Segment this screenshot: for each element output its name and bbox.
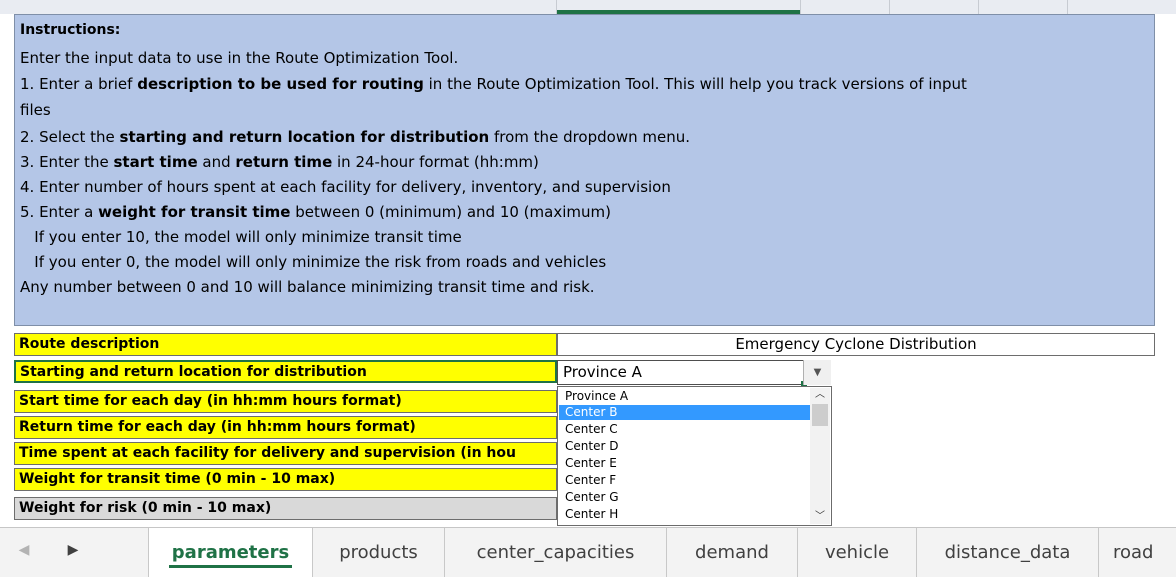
dropdown-arrow-button[interactable]: ▼ [803, 360, 831, 385]
dropdown-option[interactable]: Center G [559, 490, 811, 505]
instructions-panel[interactable]: Instructions: Enter the input data to us… [14, 14, 1155, 326]
instructions-step-3: 3. Enter the start time and return time … [20, 153, 539, 171]
dropdown-option[interactable]: Province A [559, 389, 811, 404]
start-time-label[interactable]: Start time for each day (in hh:mm hours … [14, 390, 557, 413]
weight-risk-label[interactable]: Weight for risk (0 min - 10 max) [14, 497, 557, 520]
dropdown-option[interactable]: Center C [559, 422, 811, 437]
tab-distance-data[interactable]: distance_data [917, 528, 1099, 577]
dropdown-option-highlighted[interactable]: Center B [559, 405, 811, 420]
location-dropdown-list[interactable]: Province A Center B Center C Center D Ce… [557, 386, 832, 526]
triangle-left-icon[interactable]: ◀ [15, 542, 33, 558]
tab-demand[interactable]: demand [667, 528, 798, 577]
column-header[interactable] [801, 0, 890, 14]
return-time-label[interactable]: Return time for each day (in hh:mm hours… [14, 416, 557, 439]
sheet-tab-bar: ◀ ▶ parameters products center_capacitie… [0, 527, 1176, 577]
chevron-down-icon[interactable]: ﹀ [810, 510, 830, 524]
column-header-strip [0, 0, 1176, 14]
instructions-step-1-continued: files [20, 101, 51, 119]
tab-road[interactable]: road [1099, 528, 1176, 577]
scroll-thumb[interactable] [812, 404, 828, 426]
column-header[interactable] [0, 0, 557, 14]
triangle-right-icon[interactable]: ▶ [64, 542, 82, 558]
instructions-step-5: 5. Enter a weight for transit time betwe… [20, 203, 611, 221]
tab-parameters[interactable]: parameters [148, 528, 313, 577]
instructions-step-2: 2. Select the starting and return locati… [20, 128, 690, 146]
chevron-up-icon[interactable]: ︿ [810, 388, 830, 402]
dropdown-option[interactable]: Center E [559, 456, 811, 471]
instructions-balance: Any number between 0 and 10 will balance… [20, 278, 595, 296]
instructions-note-risk: If you enter 0, the model will only mini… [20, 253, 607, 271]
tab-products[interactable]: products [313, 528, 445, 577]
start-location-value: Province A [563, 363, 642, 381]
dropdown-option[interactable]: Center D [559, 439, 811, 454]
column-header[interactable] [890, 0, 979, 14]
instructions-step-1: 1. Enter a brief description to be used … [20, 75, 967, 93]
dropdown-scrollbar[interactable]: ︿ ﹀ [810, 388, 830, 524]
route-description-label[interactable]: Route description [14, 333, 557, 356]
instructions-step-4: 4. Enter number of hours spent at each f… [20, 178, 671, 196]
dropdown-option[interactable]: Center F [559, 473, 811, 488]
start-location-select[interactable]: Province A [557, 360, 831, 387]
column-header[interactable] [1068, 0, 1176, 14]
tab-vehicle[interactable]: vehicle [798, 528, 917, 577]
instructions-heading: Instructions: [20, 22, 121, 38]
start-location-label[interactable]: Starting and return location for distrib… [14, 360, 557, 383]
weight-transit-label[interactable]: Weight for transit time (0 min - 10 max) [14, 468, 557, 491]
dropdown-option[interactable]: Center H [559, 507, 811, 522]
column-header[interactable] [979, 0, 1068, 14]
route-description-cell[interactable]: Emergency Cyclone Distribution [557, 333, 1155, 356]
instructions-note-transit: If you enter 10, the model will only min… [20, 228, 462, 246]
time-spent-label[interactable]: Time spent at each facility for delivery… [14, 442, 557, 465]
tab-center-capacities[interactable]: center_capacities [445, 528, 667, 577]
instructions-intro: Enter the input data to use in the Route… [20, 49, 459, 67]
triangle-down-icon: ▼ [813, 367, 822, 378]
